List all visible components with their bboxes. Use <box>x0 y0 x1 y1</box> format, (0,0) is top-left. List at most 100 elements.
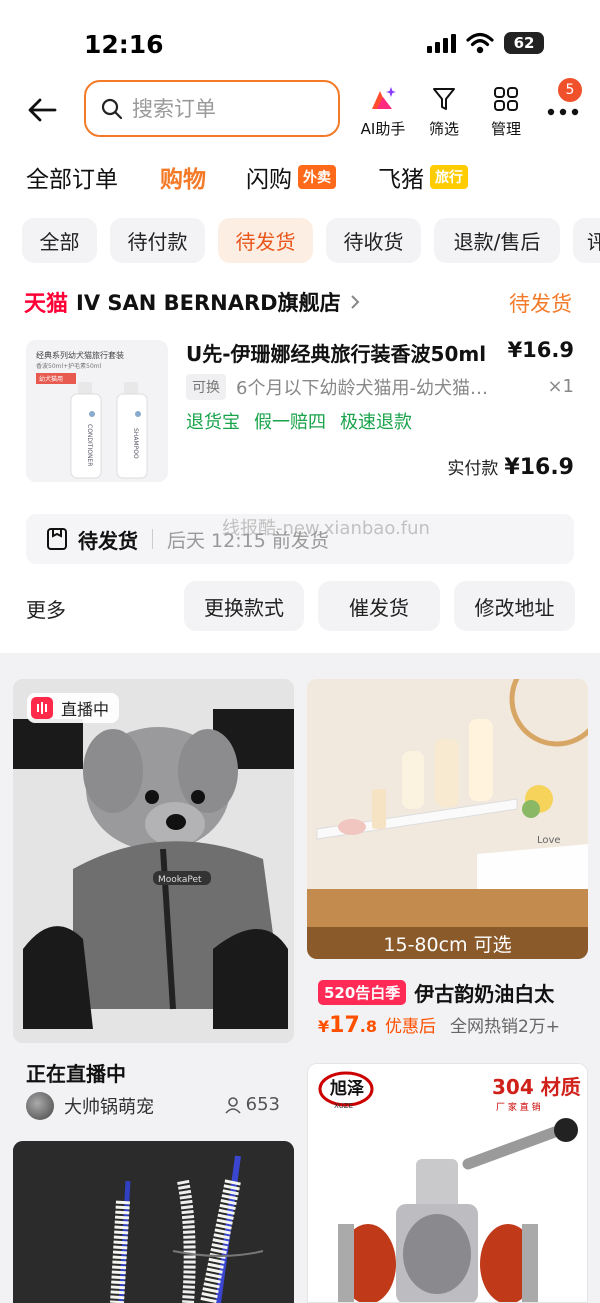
filter-review-label: 评 <box>587 230 600 254</box>
product-price: ¥16.9 <box>507 338 574 362</box>
product-image-line2: 香波50ml+护毛素50ml <box>36 362 102 370</box>
promo-tag: 520告白季 <box>318 980 407 1005</box>
variant-row[interactable]: 可换 6个月以下幼龄犬猫用-幼犬猫… <box>186 374 506 400</box>
valve-photo: 旭泽 XUZE 304 材质 厂 家 直 销 <box>308 1064 587 1302</box>
author-name: 大帅锅萌宠 <box>64 1097 154 1118</box>
modify-address-label: 修改地址 <box>474 595 555 620</box>
tab-fliggy-label: 飞猪 <box>378 167 424 193</box>
user-icon <box>225 1096 241 1114</box>
product-image-line5: SHAMPOO <box>132 428 139 459</box>
jacket-text: MookaPet <box>158 875 202 885</box>
author-row[interactable]: 大帅锅萌宠 <box>26 1092 154 1120</box>
modify-address-button[interactable]: 修改地址 <box>454 581 575 631</box>
filter-pending-shipment[interactable]: 待发货 <box>218 218 313 263</box>
avatar <box>26 1092 54 1120</box>
product-image-line4: CONDITIONER <box>86 424 93 466</box>
more-link[interactable]: 更多 <box>26 594 66 623</box>
filter-pending-payment-label: 待付款 <box>127 230 188 254</box>
paid-amount: ¥16.9 <box>504 455 574 480</box>
search-icon <box>101 98 123 119</box>
live-title[interactable]: 正在直播中 <box>26 1058 126 1087</box>
order-status: 待发货 <box>509 292 572 316</box>
brand-sub: XUZE <box>334 1102 353 1110</box>
arrow-left-icon <box>28 98 57 122</box>
image-caption: 15-80cm 可选 <box>307 927 588 959</box>
change-style-button[interactable]: 更换款式 <box>184 581 304 631</box>
product-title-row[interactable]: 520告白季 伊古韵奶油白太 <box>318 978 554 1007</box>
filter-all-label: 全部 <box>39 230 80 254</box>
filter-refund-label: 退款/售后 <box>453 230 541 254</box>
watermark: 线报酷-new.xianbao.fun <box>222 518 430 539</box>
price-integer: 17 <box>329 1013 360 1038</box>
product-card-price: ¥17.8 <box>318 1013 377 1038</box>
brush-product-card[interactable] <box>13 1141 294 1303</box>
valve-headline: 304 材质 <box>492 1075 581 1099</box>
brand-name: 旭泽 <box>329 1078 364 1099</box>
dog-photo: MookaPet <box>13 679 294 1043</box>
valve-product-card[interactable]: 旭泽 XUZE 304 材质 厂 家 直 销 <box>307 1063 588 1303</box>
filter-all[interactable]: 全部 <box>22 218 97 263</box>
product-price-row: ¥17.8 优惠后 全网热销2万+ <box>318 1012 560 1038</box>
separator <box>152 529 153 549</box>
tab-fliggy-tag: 旅行 <box>430 165 468 189</box>
product-image-line3: 幼犬猫用 <box>39 375 63 383</box>
live-badge-label: 直播中 <box>61 700 110 719</box>
variant-text: 6个月以下幼龄犬猫用-幼犬猫… <box>236 378 488 399</box>
viewer-count: 653 <box>224 1094 280 1115</box>
product-card-title: 伊古韵奶油白太 <box>414 982 555 1006</box>
search-box[interactable] <box>84 80 340 137</box>
price-decimal: .8 <box>359 1017 377 1036</box>
tab-shopping-label: 购物 <box>160 167 206 193</box>
urge-shipment-button[interactable]: 催发货 <box>318 581 440 631</box>
notification-badge: 5 <box>558 78 582 102</box>
service-tags: 退货宝 假一赔四 极速退款 <box>186 408 412 434</box>
product-card[interactable]: Love 15-80cm 可选 <box>307 679 588 959</box>
tab-all-orders-label: 全部订单 <box>26 167 118 193</box>
decor-text: Love <box>537 835 561 846</box>
signal-icon <box>427 34 456 53</box>
filter-label: 筛选 <box>428 120 459 138</box>
more-button[interactable] <box>546 102 580 121</box>
valve-subline: 厂 家 直 销 <box>496 1101 541 1113</box>
product-bottles-illustration: 经典系列幼犬猫旅行套装 香波50ml+护毛素50ml 幼犬猫用 CONDITIO… <box>26 340 168 482</box>
back-button[interactable] <box>22 92 62 128</box>
price-symbol: ¥ <box>318 1017 330 1036</box>
shelf-photo: Love <box>307 679 588 959</box>
chevron-right-icon <box>350 295 360 309</box>
ship-label: 待发货 <box>78 528 138 553</box>
paid-label: 实付款 <box>447 459 499 479</box>
status-time: 12:16 <box>84 30 164 59</box>
filter-refund[interactable]: 退款/售后 <box>434 218 560 263</box>
wifi-icon <box>466 32 494 54</box>
ai-assistant-button[interactable]: AI助手 <box>353 84 413 139</box>
status-indicators: 62 <box>426 32 544 54</box>
tab-shopping[interactable]: 购物 <box>160 160 206 194</box>
filter-pending-payment[interactable]: 待付款 <box>110 218 205 263</box>
manage-button[interactable]: 管理 <box>476 84 536 139</box>
live-stream-card[interactable]: MookaPet 直播中 <box>13 679 294 1043</box>
filter-pending-receipt-label: 待收货 <box>343 230 404 254</box>
viewer-number: 653 <box>245 1094 280 1115</box>
filter-review[interactable]: 评 <box>573 218 600 263</box>
shop-name: IV SAN BERNARD旗舰店 <box>76 291 341 315</box>
product-image[interactable]: 经典系列幼犬猫旅行套装 香波50ml+护毛素50ml 幼犬猫用 CONDITIO… <box>26 340 168 482</box>
variant-tag: 可换 <box>186 374 226 400</box>
package-icon <box>47 528 67 550</box>
filter-pending-receipt[interactable]: 待收货 <box>326 218 421 263</box>
shop-link[interactable]: 天猫 IV SAN BERNARD旗舰店 <box>24 286 361 318</box>
tab-flash-tag: 外卖 <box>298 165 336 189</box>
filter-button[interactable]: 筛选 <box>414 84 474 139</box>
service-tag: 极速退款 <box>340 412 412 433</box>
urge-shipment-label: 催发货 <box>349 595 409 620</box>
filter-pending-shipment-label: 待发货 <box>235 230 296 254</box>
battery-indicator: 62 <box>504 32 544 54</box>
live-icon <box>31 697 53 719</box>
product-image-line1: 经典系列幼犬猫旅行套装 <box>36 350 124 360</box>
tab-fliggy[interactable]: 飞猪 旅行 <box>378 160 468 194</box>
tab-flash[interactable]: 闪购 外卖 <box>246 160 336 194</box>
tab-all-orders[interactable]: 全部订单 <box>26 160 118 194</box>
price-note: 优惠后 <box>384 1017 436 1037</box>
product-title[interactable]: U先-伊珊娜经典旅行装香波50ml <box>186 338 486 367</box>
manage-label: 管理 <box>490 120 521 138</box>
search-input[interactable] <box>132 96 322 121</box>
